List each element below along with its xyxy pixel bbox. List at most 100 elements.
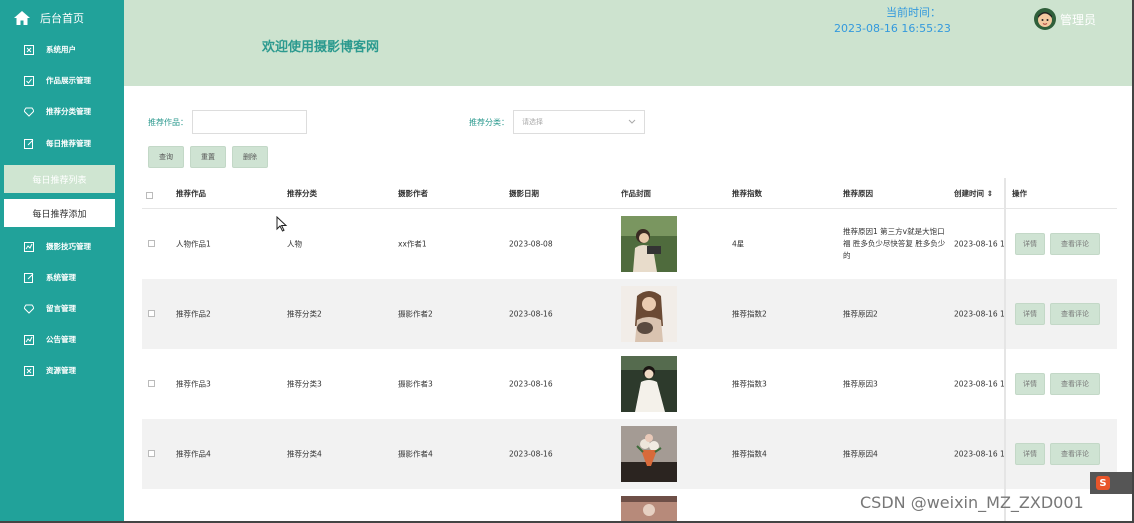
delete-button[interactable]: 删除 xyxy=(232,146,268,168)
sidebar-home[interactable]: 后台首页 xyxy=(0,0,124,36)
category-select-placeholder: 请选择 xyxy=(522,118,543,126)
table-row: 推荐作品2 推荐分类2 摄影作者2 2023-08-16 推荐指数2 推荐原因2… xyxy=(142,279,1117,349)
sidebar-item-resources[interactable]: 资源管理 xyxy=(0,355,124,386)
view-comments-button[interactable]: 查看评论 xyxy=(1050,443,1100,465)
sidebar-item-system[interactable]: 系统管理 xyxy=(0,262,124,293)
cell-date: 2023-08-16 xyxy=(509,309,553,319)
time-value: 2023-08-16 16:55:23 xyxy=(834,22,951,35)
sidebar-item-label: 推荐分类管理 xyxy=(46,107,91,116)
sidebar-item-messages[interactable]: 留言管理 xyxy=(0,293,124,324)
cell-work: 推荐作品2 xyxy=(176,309,211,319)
sidebar-sub-daily-list[interactable]: 每日推荐列表 xyxy=(4,165,115,193)
col-header-date: 摄影日期 xyxy=(509,189,539,198)
col-header-index: 推荐指数 xyxy=(732,189,762,198)
detail-button[interactable]: 详情 xyxy=(1015,373,1045,395)
ime-indicator[interactable]: S xyxy=(1090,472,1132,494)
cell-date: 2023-08-16 xyxy=(509,449,553,459)
sidebar-item-system-users[interactable]: 系统用户 xyxy=(0,34,124,65)
user-card-icon xyxy=(24,44,34,55)
row-checkbox[interactable] xyxy=(148,380,155,387)
cell-category: 推荐分类4 xyxy=(287,449,322,459)
search-work-input[interactable] xyxy=(192,110,307,134)
cell-work: 人物作品1 xyxy=(176,239,211,249)
reset-button[interactable]: 重置 xyxy=(190,146,226,168)
sidebar-item-label: 公告管理 xyxy=(46,335,76,344)
cell-author: 摄影作者4 xyxy=(398,449,433,459)
cell-date: 2023-08-08 xyxy=(509,239,553,249)
cell-reason: 推荐原因3 xyxy=(843,379,878,389)
admin-menu[interactable]: 管理员 xyxy=(1034,8,1096,30)
sidebar-item-label: 留言管理 xyxy=(46,304,76,313)
sidebar-sub-daily-add[interactable]: 每日推荐添加 xyxy=(4,199,115,227)
user-card-icon xyxy=(24,365,34,376)
row-checkbox[interactable] xyxy=(148,450,155,457)
cell-created: 2023-08-16 1 xyxy=(954,309,1005,319)
cover-image xyxy=(621,286,677,342)
mouse-cursor-icon xyxy=(276,216,288,232)
sidebar-item-label: 系统管理 xyxy=(46,273,76,282)
col-header-created[interactable]: 创建时间 ⇕ xyxy=(954,188,993,199)
sidebar-item-label: 系统用户 xyxy=(46,45,76,54)
cell-category: 人物 xyxy=(287,239,302,249)
table-row: 推荐作品4 推荐分类4 摄影作者4 2023-08-16 推荐指数4 推荐原因4… xyxy=(142,419,1117,489)
site-title: 欢迎使用摄影博客网 xyxy=(262,40,380,55)
cell-work: 推荐作品4 xyxy=(176,449,211,459)
cell-author: 摄影作者2 xyxy=(398,309,433,319)
edit-icon xyxy=(24,138,34,149)
sidebar-item-label: 摄影技巧管理 xyxy=(46,242,91,251)
cell-work: 推荐作品3 xyxy=(176,379,211,389)
cell-created: 2023-08-16 1 xyxy=(954,379,1005,389)
sidebar-item-daily[interactable]: 每日推荐管理 xyxy=(0,128,124,159)
cell-author: 摄影作者3 xyxy=(398,379,433,389)
sidebar-sub-label: 每日推荐添加 xyxy=(32,209,87,220)
view-comments-button[interactable]: 查看评论 xyxy=(1050,233,1100,255)
col-header-author: 摄影作者 xyxy=(398,189,428,198)
cover-image xyxy=(621,356,677,412)
col-header-cover: 作品封面 xyxy=(621,189,651,198)
view-comments-button[interactable]: 查看评论 xyxy=(1050,373,1100,395)
row-checkbox[interactable] xyxy=(148,310,155,317)
query-button[interactable]: 查询 xyxy=(148,146,184,168)
cell-category: 推荐分类2 xyxy=(287,309,322,319)
chevron-down-icon xyxy=(628,119,636,124)
cell-created: 2023-08-16 1 xyxy=(954,449,1005,459)
search-work-label: 推荐作品： xyxy=(148,117,188,127)
cell-index: 推荐指数3 xyxy=(732,379,767,389)
detail-button[interactable]: 详情 xyxy=(1015,443,1045,465)
app-window: 后台首页 系统用户 作品展示管理 推荐分类管理 每日推荐管理 每日推荐列表 每日… xyxy=(0,0,1134,523)
cover-image xyxy=(621,496,677,521)
sidebar: 后台首页 系统用户 作品展示管理 推荐分类管理 每日推荐管理 每日推荐列表 每日… xyxy=(0,0,124,521)
cover-image xyxy=(621,216,677,272)
sidebar-item-notices[interactable]: 公告管理 xyxy=(0,324,124,355)
avatar-icon xyxy=(1034,8,1056,30)
col-header-work: 推荐作品 xyxy=(176,189,206,198)
header: 欢迎使用摄影博客网 当前时间： 2023-08-16 16:55:23 管理员 xyxy=(124,0,1132,86)
admin-label: 管理员 xyxy=(1060,12,1097,27)
row-checkbox[interactable] xyxy=(148,240,155,247)
sidebar-item-works[interactable]: 作品展示管理 xyxy=(0,65,124,96)
col-header-reason: 推荐原因 xyxy=(843,189,873,198)
checkbox-icon xyxy=(24,75,34,86)
sidebar-item-categories[interactable]: 推荐分类管理 xyxy=(0,96,124,127)
view-comments-button[interactable]: 查看评论 xyxy=(1050,303,1100,325)
cell-index: 推荐指数2 xyxy=(732,309,767,319)
detail-button[interactable]: 详情 xyxy=(1015,303,1045,325)
category-select[interactable]: 请选择 xyxy=(513,110,645,134)
select-all-checkbox[interactable] xyxy=(146,192,153,199)
chart-icon xyxy=(24,334,34,345)
detail-button[interactable]: 详情 xyxy=(1015,233,1045,255)
sidebar-home-label: 后台首页 xyxy=(40,12,84,25)
search-work-group: 推荐作品： xyxy=(148,110,307,134)
diamond-icon xyxy=(24,107,34,117)
time-label: 当前时间： xyxy=(886,6,941,19)
sidebar-sub-label: 每日推荐列表 xyxy=(32,175,87,186)
cell-reason: 推荐原因4 xyxy=(843,449,878,459)
sogou-icon: S xyxy=(1096,476,1110,490)
home-icon xyxy=(14,11,30,25)
search-category-group: 推荐分类： 请选择 xyxy=(469,110,645,134)
cell-index: 4星 xyxy=(732,239,745,249)
sidebar-item-tips[interactable]: 摄影技巧管理 xyxy=(0,231,124,262)
cell-index: 推荐指数4 xyxy=(732,449,767,459)
sidebar-item-label: 作品展示管理 xyxy=(46,76,91,85)
cell-author: xx作者1 xyxy=(398,239,427,249)
